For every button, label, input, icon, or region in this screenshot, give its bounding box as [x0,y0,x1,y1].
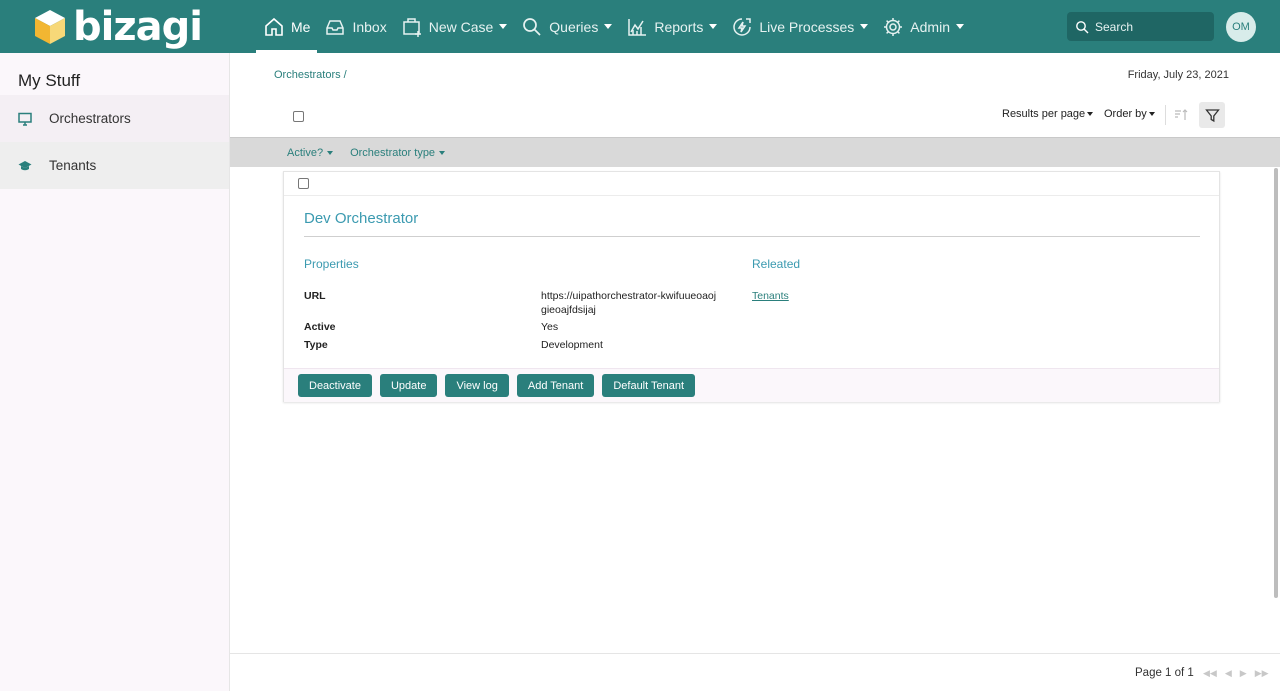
filter-orchestrator-type-label: Orchestrator type [350,146,436,159]
breadcrumb[interactable]: Orchestrators / [274,69,347,81]
sidebar-item-label: Tenants [49,158,97,173]
nav-new-case[interactable]: New Case [394,0,515,53]
order-by-label: Order by [1104,108,1147,120]
add-tenant-button[interactable]: Add Tenant [516,374,595,397]
nav-reports-label: Reports [654,18,704,35]
card-actions: Deactivate Update View log Add Tenant De… [284,368,1219,402]
search-input[interactable] [1095,19,1205,34]
select-all-checkbox[interactable] [293,111,304,122]
filter-orchestrator-type[interactable]: Orchestrator type [350,146,446,159]
logo-text: bizagi [73,3,203,50]
main-content: Orchestrators / Friday, July 23, 2021 Re… [230,53,1280,691]
chevron-down-icon [709,24,718,29]
chevron-down-icon [955,24,964,29]
main-nav: Me Inbox New Case Queries Reports Live P… [256,0,971,53]
nav-reports[interactable]: Reports [619,0,724,53]
scrollbar[interactable] [1272,168,1280,653]
chart-icon [628,18,647,36]
nav-admin[interactable]: Admin [875,0,971,53]
card-header [284,172,1219,196]
sort-icon[interactable] [1174,108,1188,122]
nav-queries[interactable]: Queries [514,0,619,53]
graduation-cap-icon [18,160,32,170]
nav-live-processes-label: Live Processes [759,18,855,35]
global-search[interactable] [1067,12,1214,41]
card-select-checkbox[interactable] [298,178,309,189]
related-header: Releated [752,257,801,271]
sidebar-item-tenants[interactable]: Tenants [0,142,229,189]
property-label-active: Active [304,321,336,333]
default-tenant-button[interactable]: Default Tenant [602,374,696,397]
nav-me-label: Me [291,18,311,35]
page-info: Page 1 of 1 [1135,667,1194,679]
related-tenants-link[interactable]: Tenants [752,290,789,302]
filter-icon [1204,108,1220,122]
property-label-url: URL [304,290,326,302]
chevron-down-icon [439,150,446,155]
chevron-down-icon [1087,112,1094,116]
gear-icon [884,17,903,36]
pagination-footer: Page 1 of 1 ◀◀ ◀ ▶ ▶▶ [230,653,1280,691]
view-log-button[interactable]: View log [445,374,509,397]
last-page-icon[interactable]: ▶▶ [1255,668,1269,679]
toolbar-divider [1165,105,1166,125]
scrollbar-thumb[interactable] [1274,168,1278,598]
results-per-page-dropdown[interactable]: Results per page [1002,108,1094,120]
bizagi-cube-icon [35,9,65,44]
pager-controls: ◀◀ ◀ ▶ ▶▶ [1203,668,1277,679]
nav-queries-label: Queries [549,18,599,35]
order-by-dropdown[interactable]: Order by [1104,108,1155,120]
deactivate-button[interactable]: Deactivate [298,374,372,397]
chevron-down-icon [1148,112,1155,116]
inbox-icon [326,19,345,35]
chevron-down-icon [327,150,334,155]
filter-button[interactable] [1199,102,1225,128]
nav-admin-label: Admin [910,18,950,35]
properties-header: Properties [304,257,359,271]
next-page-icon[interactable]: ▶ [1240,668,1247,679]
chevron-down-icon [604,24,613,29]
property-label-type: Type [304,339,328,351]
top-bar: bizagi Me Inbox New Case Queries Reports [0,0,1280,53]
nav-live-processes[interactable]: Live Processes [724,0,875,53]
sidebar-item-label: Orchestrators [49,111,131,126]
nav-inbox[interactable]: Inbox [317,0,393,53]
card-title: Dev Orchestrator [304,210,419,227]
chevron-down-icon [860,24,869,29]
property-value-url: https://uipathorchestrator-kwifuueoaojgi… [541,290,717,316]
nav-me[interactable]: Me [256,0,318,53]
property-value-type: Development [541,339,603,351]
monitor-icon [18,112,32,126]
results-per-page-label: Results per page [1002,108,1086,120]
property-value-active: Yes [541,321,559,333]
prev-page-icon[interactable]: ◀ [1225,668,1232,679]
filter-active-label: Active? [287,146,324,159]
orchestrator-card: Dev Orchestrator Properties Releated URL… [283,171,1220,402]
home-icon [265,17,283,36]
new-case-icon [402,17,421,37]
search-icon [523,17,541,36]
filter-bar: Active? Orchestrator type [230,137,1280,167]
current-date: Friday, July 23, 2021 [1127,69,1229,81]
first-page-icon[interactable]: ◀◀ [1203,668,1217,679]
user-avatar[interactable]: OM [1226,12,1256,42]
card-divider [304,236,1200,237]
bizagi-logo[interactable]: bizagi [33,3,203,50]
filter-active[interactable]: Active? [287,146,334,159]
chevron-down-icon [499,24,508,29]
update-button[interactable]: Update [379,374,438,397]
lightning-icon [733,17,752,36]
sidebar-item-orchestrators[interactable]: Orchestrators [0,95,229,142]
nav-new-case-label: New Case [428,18,494,35]
search-icon [1076,20,1089,33]
sidebar: My Stuff Orchestrators Tenants [0,53,230,691]
nav-inbox-label: Inbox [352,18,387,35]
sidebar-title: My Stuff [18,71,81,90]
